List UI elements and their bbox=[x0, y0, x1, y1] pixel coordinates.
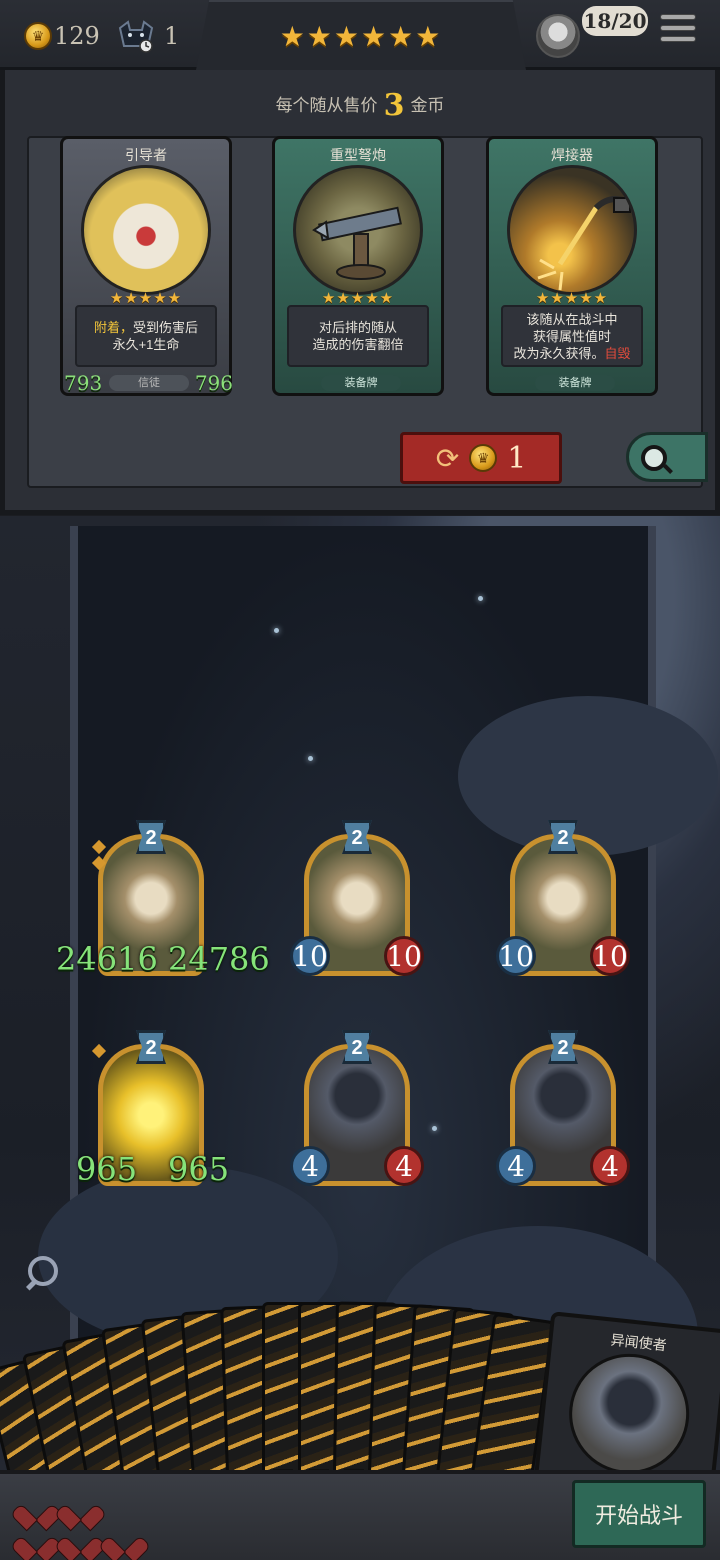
card-title: 引导者 bbox=[125, 147, 167, 163]
start-battle-button[interactable]: 开始战斗 bbox=[572, 1480, 706, 1548]
ballista-art bbox=[293, 165, 423, 295]
minion-attack: 4 bbox=[496, 1146, 536, 1186]
angel-art bbox=[81, 165, 211, 295]
card-title: 重型弩炮 bbox=[330, 147, 386, 163]
crow-count: 1 bbox=[164, 22, 180, 50]
gold-coin-icon: ♛ bbox=[24, 22, 52, 50]
magnifier-handle bbox=[663, 464, 673, 474]
heart-icon bbox=[22, 1528, 48, 1552]
card-attack: 793 bbox=[64, 371, 103, 395]
gem-icon bbox=[91, 839, 107, 855]
minion-health: 10 bbox=[590, 936, 630, 976]
gold-coin-icon: ♛ bbox=[469, 444, 498, 472]
gold-count: 129 bbox=[54, 22, 100, 50]
tavern-tier-tab: ★★★★★★ bbox=[196, 0, 526, 70]
shop-card-heavy-ballista[interactable]: 重型弩炮 ★★★★★ 对后排的随从 造成的伤害翻倍 装备牌 bbox=[272, 136, 444, 396]
minion-health: 4 bbox=[384, 1146, 424, 1186]
menu-bar-icon bbox=[660, 25, 696, 31]
heart-icon bbox=[22, 1496, 48, 1520]
board-minion[interactable]: 2 4 4 bbox=[290, 1030, 424, 1190]
minion-attack: 10 bbox=[496, 936, 536, 976]
board-minion[interactable]: 2 10 10 bbox=[290, 820, 424, 980]
star-dot bbox=[432, 1126, 437, 1131]
card-description: 该随从在战斗中 获得属性值时 改为永久获得。自毁 bbox=[501, 305, 643, 367]
card-health: 796 bbox=[194, 371, 233, 395]
reroll-button[interactable]: ⟳ ♛ 1 bbox=[400, 432, 562, 484]
hooded-figure-art bbox=[563, 1347, 696, 1480]
star-dot bbox=[308, 756, 313, 761]
crow-clock-icon bbox=[118, 20, 154, 53]
star-dot bbox=[274, 628, 279, 633]
shop-card-guide[interactable]: 引导者 ★★★★★ 附着，受到伤害后 永久+1生命 信徒 793 796 bbox=[60, 136, 233, 396]
card-description: 对后排的随从 造成的伤害翻倍 bbox=[287, 305, 429, 367]
card-title: 焊接器 bbox=[551, 147, 593, 163]
minion-attack: 4 bbox=[290, 1146, 330, 1186]
heart-icon bbox=[66, 1496, 92, 1520]
population-counter: 18/20 bbox=[582, 6, 648, 36]
refresh-icon: ⟳ bbox=[435, 442, 460, 474]
search-button[interactable] bbox=[626, 432, 708, 482]
welder-art bbox=[507, 165, 637, 295]
minion-attack: 965 bbox=[76, 1150, 138, 1188]
hero-portrait[interactable] bbox=[536, 14, 580, 58]
menu-bar-icon bbox=[660, 14, 696, 20]
top-bar: ♛ 129 1 ★★★★★★ 18/20 bbox=[0, 0, 720, 70]
ballista-icon bbox=[312, 206, 402, 280]
tavern-tier-stars: ★★★★★★ bbox=[279, 21, 443, 52]
welder-icon bbox=[537, 196, 631, 291]
star-dot bbox=[478, 596, 483, 601]
sell-price-value: 3 bbox=[383, 88, 405, 123]
heart-icon bbox=[66, 1528, 92, 1552]
sell-price-label: 每个随从售价 3 金币 bbox=[275, 88, 445, 123]
shop-card-welder[interactable]: 焊接器 ★★★★★ 该随从在战斗中 获得属性值时 改为永久获得。自毁 装备牌 bbox=[486, 136, 658, 396]
card-type-tag: 装备牌 bbox=[535, 375, 615, 391]
minion-attack: 10 bbox=[290, 936, 330, 976]
minion-stats: 24616 24786 bbox=[56, 940, 270, 978]
reroll-cost: 1 bbox=[507, 440, 527, 476]
heart-icon bbox=[110, 1528, 136, 1552]
minion-health: 4 bbox=[590, 1146, 630, 1186]
card-tribe-tag: 信徒 bbox=[109, 375, 189, 391]
board-minion[interactable]: 2 24616 24786 bbox=[56, 820, 270, 980]
card-description: 附着，受到伤害后 永久+1生命 bbox=[75, 305, 217, 367]
card-type-tag: 装备牌 bbox=[321, 375, 401, 391]
board-minion[interactable]: 2 10 10 bbox=[496, 820, 630, 980]
minion-health: 965 bbox=[168, 1150, 230, 1188]
menu-bar-icon bbox=[660, 36, 696, 42]
board-minion[interactable]: 2 4 4 bbox=[496, 1030, 630, 1190]
menu-button[interactable] bbox=[660, 14, 696, 48]
board-minion[interactable]: 2 965 965 bbox=[76, 1030, 229, 1190]
gem-icon bbox=[91, 1043, 107, 1059]
minion-health: 10 bbox=[384, 936, 424, 976]
